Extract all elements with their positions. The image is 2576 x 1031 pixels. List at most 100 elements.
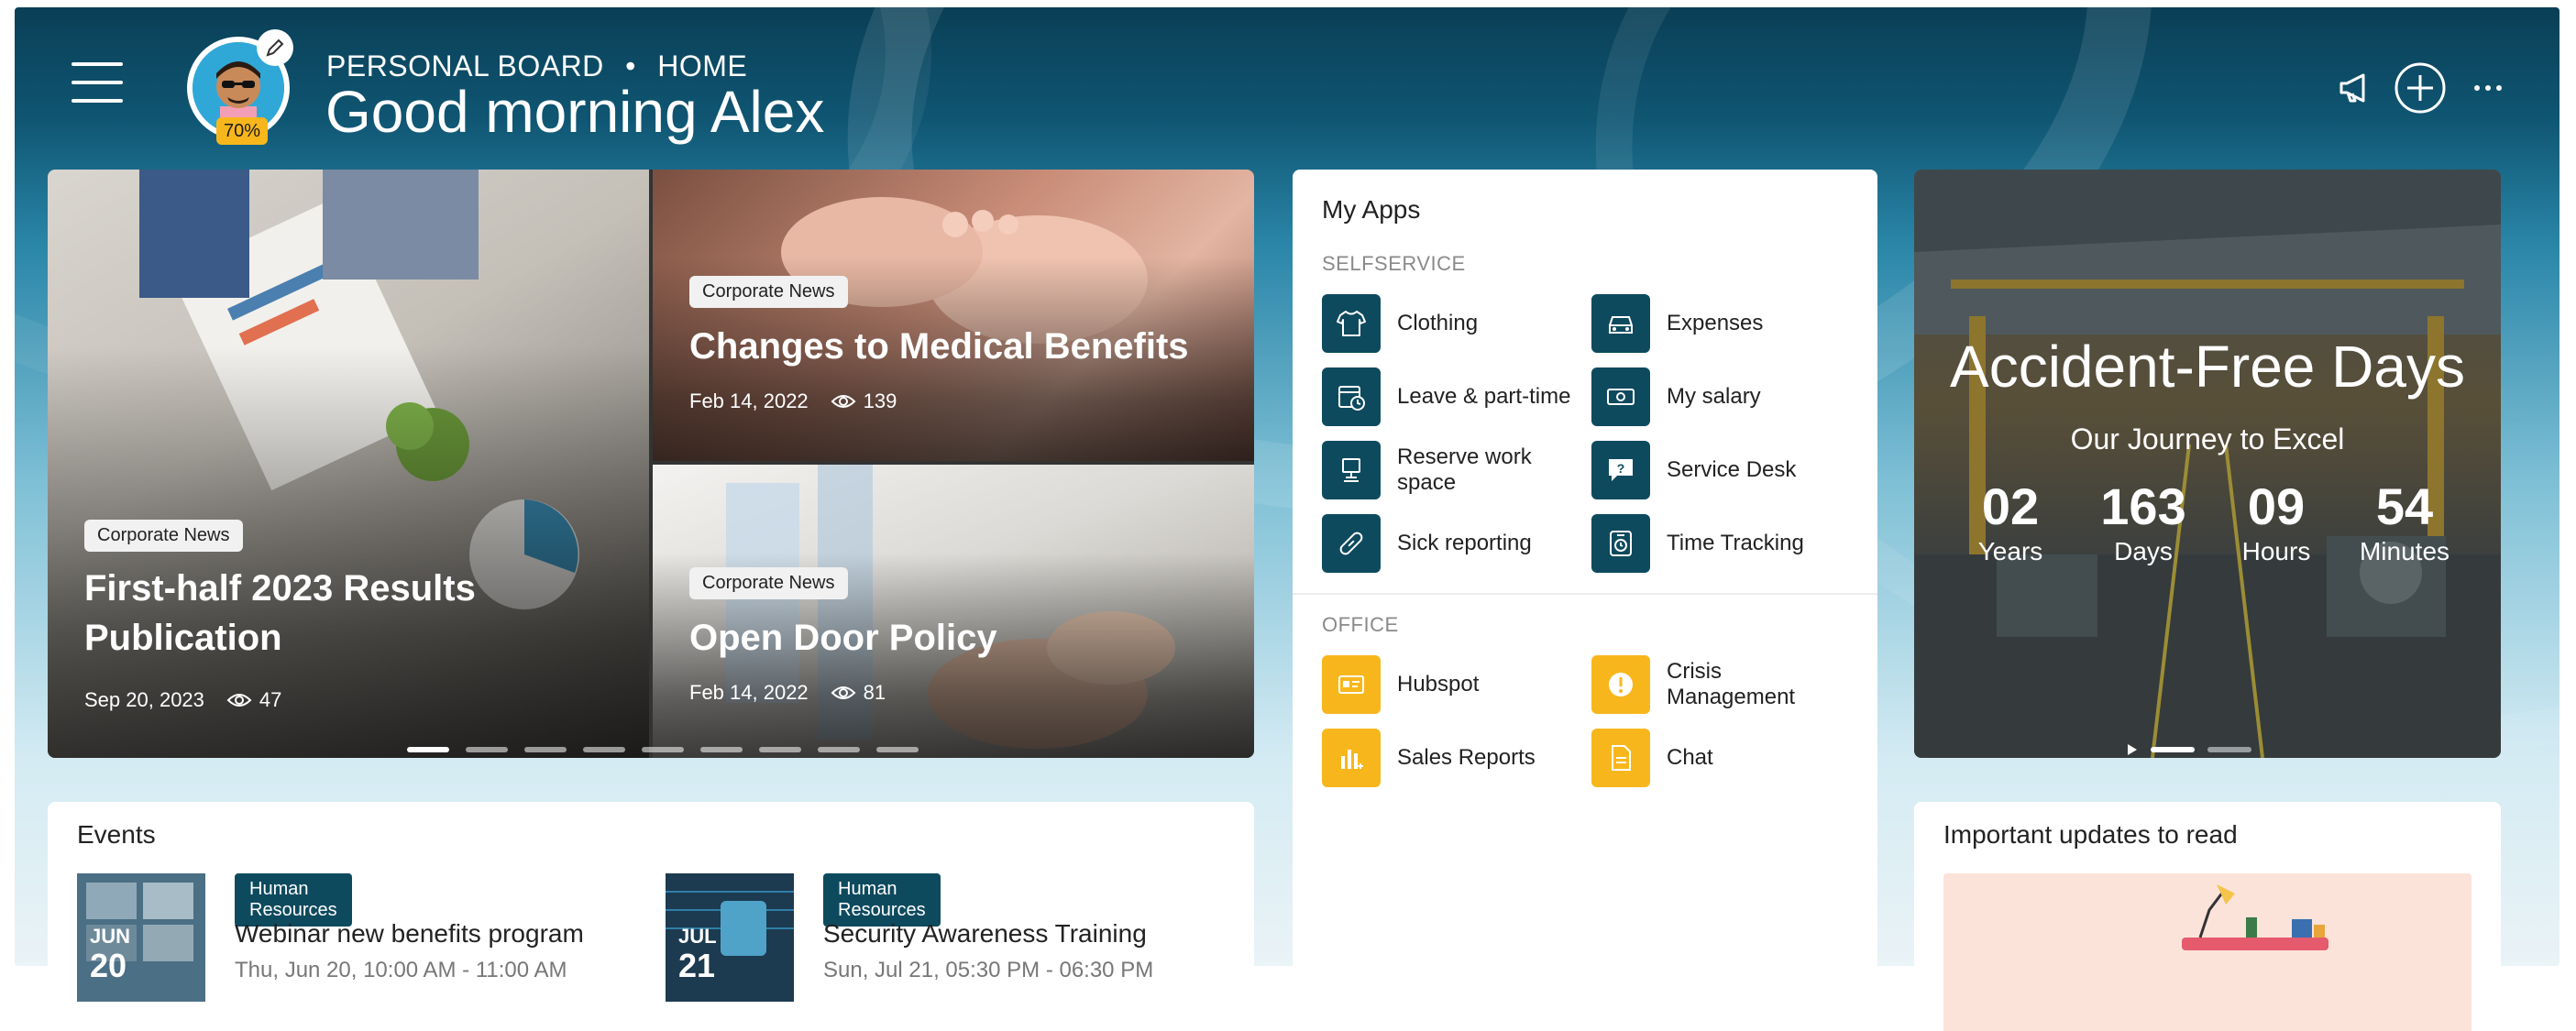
plus-circle-icon bbox=[2394, 62, 2446, 114]
calendar-clock-icon bbox=[1322, 367, 1381, 426]
eye-icon bbox=[226, 694, 252, 707]
bandage-icon bbox=[1322, 514, 1381, 573]
news-title[interactable]: Changes to Medical Benefits bbox=[689, 322, 1189, 371]
carousel-pagination bbox=[2127, 743, 2251, 756]
event-title[interactable]: Security Awareness Training bbox=[823, 919, 1147, 949]
news-meta: Sep 20, 2023 47 bbox=[84, 688, 281, 712]
carousel-dot[interactable] bbox=[583, 747, 625, 752]
carousel-dot[interactable] bbox=[876, 747, 919, 752]
app-label: Expenses bbox=[1667, 311, 1764, 335]
app-hubspot[interactable]: Hubspot bbox=[1322, 655, 1580, 714]
news-title[interactable]: First-half 2023 Results Publication bbox=[84, 564, 476, 663]
alert-icon bbox=[1591, 655, 1650, 714]
app-sales-reports[interactable]: Sales Reports bbox=[1322, 729, 1580, 787]
news-carousel: Corporate News First-half 2023 Results P… bbox=[48, 170, 1254, 758]
help-chat-icon: ? bbox=[1591, 441, 1650, 499]
app-my-salary[interactable]: My salary bbox=[1591, 367, 1850, 426]
page-title: Good morning Alex bbox=[325, 79, 825, 145]
app-sick-reporting[interactable]: Sick reporting bbox=[1322, 514, 1580, 573]
news-tile[interactable]: Corporate News First-half 2023 Results P… bbox=[48, 170, 649, 758]
news-meta: Feb 14, 2022 139 bbox=[689, 389, 897, 413]
event-title[interactable]: Webinar new benefits program bbox=[235, 919, 584, 949]
counter-unit: Hours bbox=[2241, 537, 2311, 565]
app-label: Service Desk bbox=[1667, 457, 1797, 482]
accident-free-widget[interactable]: Accident-Free Days Our Journey to Excel … bbox=[1914, 170, 2501, 758]
desk-icon bbox=[1322, 441, 1381, 499]
eye-icon bbox=[831, 686, 856, 699]
panel-title: Events bbox=[77, 820, 156, 849]
hamburger-icon-line bbox=[72, 99, 123, 103]
carousel-dot[interactable] bbox=[466, 747, 508, 752]
megaphone-icon bbox=[2339, 73, 2365, 103]
news-tile[interactable]: Corporate News Changes to Medical Benefi… bbox=[653, 170, 1254, 461]
app-label: Time Tracking bbox=[1667, 531, 1804, 555]
event-day: 20 bbox=[90, 947, 127, 984]
news-tile[interactable]: Corporate News Open Door Policy Feb 14, … bbox=[653, 465, 1254, 758]
section-label-selfservice: SELFSERVICE bbox=[1322, 252, 1466, 275]
app-label: Leave & part-time bbox=[1397, 384, 1571, 409]
carousel-dot[interactable] bbox=[407, 747, 449, 752]
category-chip: Corporate News bbox=[689, 567, 848, 599]
panel-title: Important updates to read bbox=[1943, 820, 2238, 849]
profile-progress-badge: 70% bbox=[216, 117, 269, 145]
event-time: Sun, Jul 21, 05:30 PM - 06:30 PM bbox=[823, 958, 1154, 982]
counter-minutes: 54 Minutes bbox=[2345, 477, 2464, 567]
app-reserve-work-space[interactable]: Reserve work space bbox=[1322, 441, 1580, 499]
section-label-office: OFFICE bbox=[1322, 613, 1399, 636]
app-label: Sales Reports bbox=[1397, 745, 1536, 770]
app-crisis-management[interactable]: Crisis Management bbox=[1591, 655, 1850, 714]
my-apps-panel: My Apps SELFSERVICE Clothing Expenses Le… bbox=[1293, 170, 1877, 994]
carousel-dot[interactable] bbox=[2151, 747, 2195, 752]
more-options-button[interactable] bbox=[2460, 60, 2515, 115]
app-chat[interactable]: Chat bbox=[1591, 729, 1850, 787]
news-title[interactable]: Open Door Policy bbox=[689, 613, 997, 663]
important-updates-panel: Important updates to read bbox=[1914, 802, 2501, 1031]
counter-days: 163 Days bbox=[2084, 477, 2203, 567]
category-chip: Corporate News bbox=[84, 520, 243, 552]
carousel-dot[interactable] bbox=[818, 747, 860, 752]
counter-value: 09 bbox=[2247, 477, 2306, 535]
app-label: Clothing bbox=[1397, 311, 1479, 335]
app-label: Hubspot bbox=[1397, 672, 1480, 696]
news-date: Sep 20, 2023 bbox=[84, 688, 204, 711]
carousel-dot[interactable] bbox=[2207, 747, 2251, 752]
app-time-tracking[interactable]: Time Tracking bbox=[1591, 514, 1850, 573]
event-thumbnail: JUN 20 bbox=[77, 873, 205, 1002]
add-button[interactable] bbox=[2393, 60, 2448, 115]
more-icon bbox=[2474, 85, 2502, 91]
play-icon[interactable] bbox=[2127, 743, 2138, 756]
app-label: Reserve work space bbox=[1397, 444, 1532, 495]
event-month: JUN bbox=[90, 925, 131, 948]
svg-text:?: ? bbox=[1617, 461, 1625, 476]
hamburger-icon-line bbox=[72, 81, 123, 84]
event-day: 21 bbox=[678, 947, 716, 984]
update-image[interactable] bbox=[1943, 873, 2471, 1031]
app-label: My salary bbox=[1667, 384, 1761, 409]
category-chip: Corporate News bbox=[689, 276, 848, 308]
app-label: Chat bbox=[1667, 745, 1713, 770]
widget-title: Accident-Free Days bbox=[1950, 334, 2465, 400]
panel-title: My Apps bbox=[1322, 195, 1421, 224]
carousel-dot[interactable] bbox=[642, 747, 684, 752]
carousel-dot[interactable] bbox=[524, 747, 567, 752]
announcement-button[interactable] bbox=[2328, 60, 2383, 115]
eye-icon bbox=[831, 395, 856, 408]
app-service-desk[interactable]: ? Service Desk bbox=[1591, 441, 1850, 499]
menu-button[interactable] bbox=[72, 57, 123, 108]
carousel-dot[interactable] bbox=[759, 747, 801, 752]
app-expenses[interactable]: Expenses bbox=[1591, 294, 1850, 353]
app-leave-part-time[interactable]: Leave & part-time bbox=[1322, 367, 1580, 426]
news-date: Feb 14, 2022 bbox=[689, 681, 809, 704]
carousel-pagination bbox=[407, 747, 919, 752]
news-views: 81 bbox=[863, 681, 886, 704]
news-title-line: First-half 2023 Results bbox=[84, 568, 476, 609]
counter-value: 02 bbox=[1981, 477, 2040, 535]
id-card-icon bbox=[1322, 655, 1381, 714]
edit-profile-button[interactable] bbox=[257, 29, 293, 66]
carousel-dot[interactable] bbox=[700, 747, 743, 752]
money-icon bbox=[1591, 367, 1650, 426]
bar-chart-icon bbox=[1322, 729, 1381, 787]
app-clothing[interactable]: Clothing bbox=[1322, 294, 1580, 353]
pencil-icon bbox=[266, 38, 284, 57]
counter-value: 54 bbox=[2375, 477, 2434, 535]
